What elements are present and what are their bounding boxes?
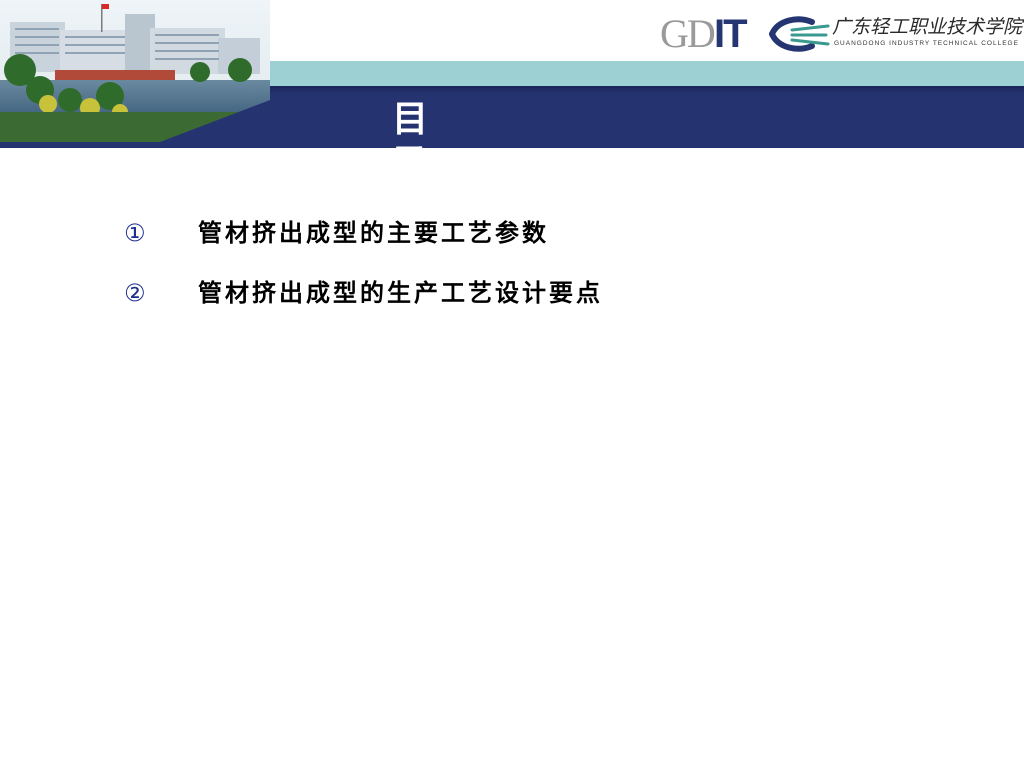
campus-photo-drawing (0, 0, 270, 142)
logo-swoosh-icon (769, 16, 830, 52)
logo-english-name: GUANGDONG INDUSTRY TECHNICAL COLLEGE (834, 40, 1019, 47)
contents-item-number: ① (124, 219, 146, 247)
contents-item: ① 管材挤出成型的主要工艺参数 (124, 214, 603, 252)
college-logo: GD IT 广东轻工职业技术学院 GUANGDONG INDUSTRY TECH… (660, 11, 1022, 56)
contents-list: ① 管材挤出成型的主要工艺参数 ② 管材挤出成型的生产工艺设计要点 (124, 214, 603, 334)
slide: GD IT 广东轻工职业技术学院 GUANGDONG INDUSTRY TECH… (0, 0, 1024, 768)
contents-item-number: ② (124, 279, 146, 307)
logo-chinese-name: 广东轻工职业技术学院 (832, 16, 1023, 38)
logo-it-text: IT (714, 12, 748, 56)
contents-item-text: 管材挤出成型的主要工艺参数 (198, 219, 549, 247)
logo-gd-text: GD (660, 11, 716, 56)
campus-photo (0, 0, 270, 142)
slide-title: 目 录 (391, 99, 616, 184)
contents-item: ② 管材挤出成型的生产工艺设计要点 (124, 274, 603, 312)
contents-item-text: 管材挤出成型的生产工艺设计要点 (198, 279, 603, 307)
